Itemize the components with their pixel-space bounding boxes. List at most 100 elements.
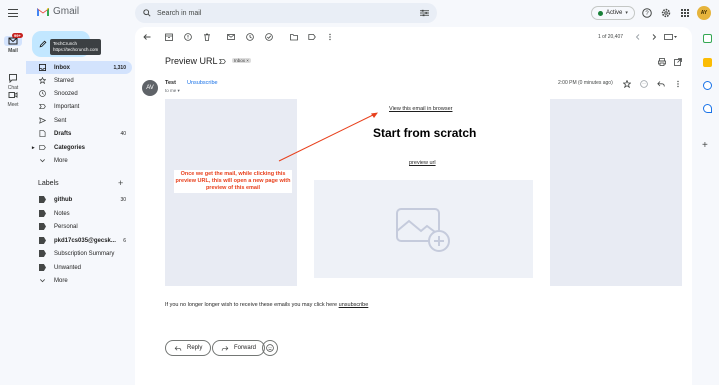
important-marker-icon[interactable] <box>219 58 226 65</box>
move-to-folder-icon[interactable] <box>290 33 298 41</box>
important-icon <box>39 103 46 110</box>
emoji-react-icon[interactable] <box>640 80 648 88</box>
preview-url-link[interactable]: preview url <box>409 160 436 166</box>
chevron-down-icon: ▾ <box>625 10 628 16</box>
label-item-pkd17cs035[interactable]: pkd17cs035@gecsk... 6 <box>26 234 132 247</box>
archive-icon[interactable] <box>165 33 173 41</box>
search-input[interactable]: Search in mail <box>157 10 420 17</box>
unsubscribe-link[interactable]: Unsubscribe <box>187 80 218 86</box>
search-options-icon[interactable] <box>420 9 429 17</box>
apps-grid-icon[interactable] <box>680 8 690 18</box>
recipient-details[interactable]: to me ▾ <box>165 88 180 94</box>
label-item-unwanted[interactable]: Unwanted <box>26 261 132 274</box>
chevron-down-icon <box>40 279 45 283</box>
rail-meet[interactable]: Meet <box>0 90 26 108</box>
tasks-icon[interactable] <box>703 81 712 90</box>
rail-mail[interactable]: 99+ Mail <box>0 33 26 54</box>
sender-avatar[interactable]: AV <box>142 80 158 96</box>
calendar-icon[interactable] <box>703 34 712 43</box>
reply-button[interactable]: Reply <box>165 340 212 356</box>
label-item-github[interactable]: github 30 <box>26 193 132 206</box>
label-item-name: Unwanted <box>54 264 82 271</box>
account-avatar[interactable]: AY <box>697 6 711 20</box>
help-icon[interactable]: ? <box>642 8 652 18</box>
labels-more[interactable]: More <box>26 274 132 287</box>
settings-gear-icon[interactable] <box>661 8 671 18</box>
search-bar[interactable]: Search in mail <box>135 3 437 23</box>
footer-text: If you no longer longer wish to receive … <box>165 302 339 308</box>
inbox-label-chip[interactable]: Inbox × <box>232 58 251 63</box>
label-item-name: Personal <box>54 223 78 230</box>
emoji-reaction-button[interactable] <box>262 340 278 356</box>
sidebar-item-label: More <box>54 277 68 284</box>
back-arrow-icon[interactable] <box>143 33 151 41</box>
sidebar-item-label: Snoozed <box>54 90 78 97</box>
input-tools-icon[interactable] <box>664 33 678 41</box>
add-task-icon[interactable] <box>265 33 273 41</box>
view-in-browser-link[interactable]: View this email in browser <box>389 106 452 112</box>
annotation-arrow-icon <box>278 112 378 162</box>
label-tag-icon <box>39 250 46 257</box>
sidebar-item-starred[interactable]: Starred <box>26 74 132 87</box>
sidebar-item-inbox[interactable]: Inbox 1,310 <box>26 61 132 74</box>
video-camera-icon <box>8 92 18 98</box>
sender-name[interactable]: Test <box>165 80 176 86</box>
keep-icon[interactable] <box>703 58 712 67</box>
star-icon[interactable] <box>623 80 631 88</box>
reply-icon[interactable] <box>657 80 665 88</box>
sidebar-item-label: Inbox <box>54 64 70 71</box>
reply-label: Reply <box>187 345 203 351</box>
unread-badge: 99+ <box>12 33 23 38</box>
forward-icon <box>221 345 229 351</box>
label-item-subscription-summary[interactable]: Subscription Summary <box>26 247 132 260</box>
chat-icon <box>9 74 17 83</box>
more-vertical-icon[interactable] <box>674 80 682 88</box>
expand-arrow-icon[interactable]: ▸ <box>32 145 35 151</box>
image-placeholder <box>314 180 533 278</box>
email-subject: Preview URL <box>165 56 218 66</box>
trash-icon[interactable] <box>203 33 211 41</box>
open-new-window-icon[interactable] <box>674 58 682 66</box>
sidebar-item-sent[interactable]: Sent <box>26 114 132 127</box>
label-item-name: Subscription Summary <box>54 250 115 257</box>
mark-unread-icon[interactable] <box>227 33 235 41</box>
add-addon-icon[interactable]: + <box>702 140 708 151</box>
gmail-logo[interactable]: Gmail <box>36 6 79 17</box>
footer-unsubscribe-link[interactable]: unsubscribe <box>339 302 369 308</box>
rail-chat[interactable]: Chat <box>0 73 26 91</box>
message-timestamp: 2:00 PM (0 minutes ago) <box>558 80 613 86</box>
label-item-name: pkd17cs035@gecsk... <box>54 237 116 244</box>
sidebar-item-label: Categories <box>54 144 86 151</box>
sidebar-item-important[interactable]: Important <box>26 100 132 113</box>
email-headline: Start from scratch <box>373 126 477 140</box>
link-tooltip: TechCrunch https://techcrunch.com <box>50 39 102 55</box>
report-spam-icon[interactable] <box>184 33 192 41</box>
print-icon[interactable] <box>658 58 666 66</box>
forward-button[interactable]: Forward <box>212 340 266 356</box>
email-footer: If you no longer longer wish to receive … <box>165 302 368 308</box>
label-item-notes[interactable]: Notes <box>26 207 132 220</box>
label-item-count: 6 <box>123 237 126 244</box>
sidebar-item-snoozed[interactable]: Snoozed <box>26 87 132 100</box>
image-placeholder-icon <box>396 208 450 252</box>
contacts-icon[interactable] <box>703 104 712 113</box>
create-label-button[interactable]: + <box>118 178 123 188</box>
sidebar-item-categories[interactable]: ▸ Categories <box>26 141 132 154</box>
chevron-down-icon <box>40 159 45 163</box>
clock-icon <box>39 90 46 97</box>
chevron-left-icon[interactable] <box>634 33 642 41</box>
snooze-clock-icon[interactable] <box>246 33 254 41</box>
main-menu-button[interactable] <box>8 9 18 17</box>
label-tag-outline-icon[interactable] <box>308 33 316 41</box>
app-name: Gmail <box>53 6 80 17</box>
sidebar-item-drafts[interactable]: Drafts 40 <box>26 127 132 140</box>
sidebar-item-more[interactable]: More <box>26 154 132 167</box>
more-vertical-icon[interactable] <box>326 33 334 41</box>
chevron-right-icon[interactable] <box>650 33 658 41</box>
label-tag-icon <box>39 237 46 244</box>
label-item-personal[interactable]: Personal <box>26 220 132 233</box>
search-icon[interactable] <box>143 9 151 17</box>
sidebar-item-label: Sent <box>54 117 67 124</box>
status-dropdown[interactable]: Active ▾ <box>591 6 635 20</box>
sidebar-item-label: Important <box>54 103 80 110</box>
